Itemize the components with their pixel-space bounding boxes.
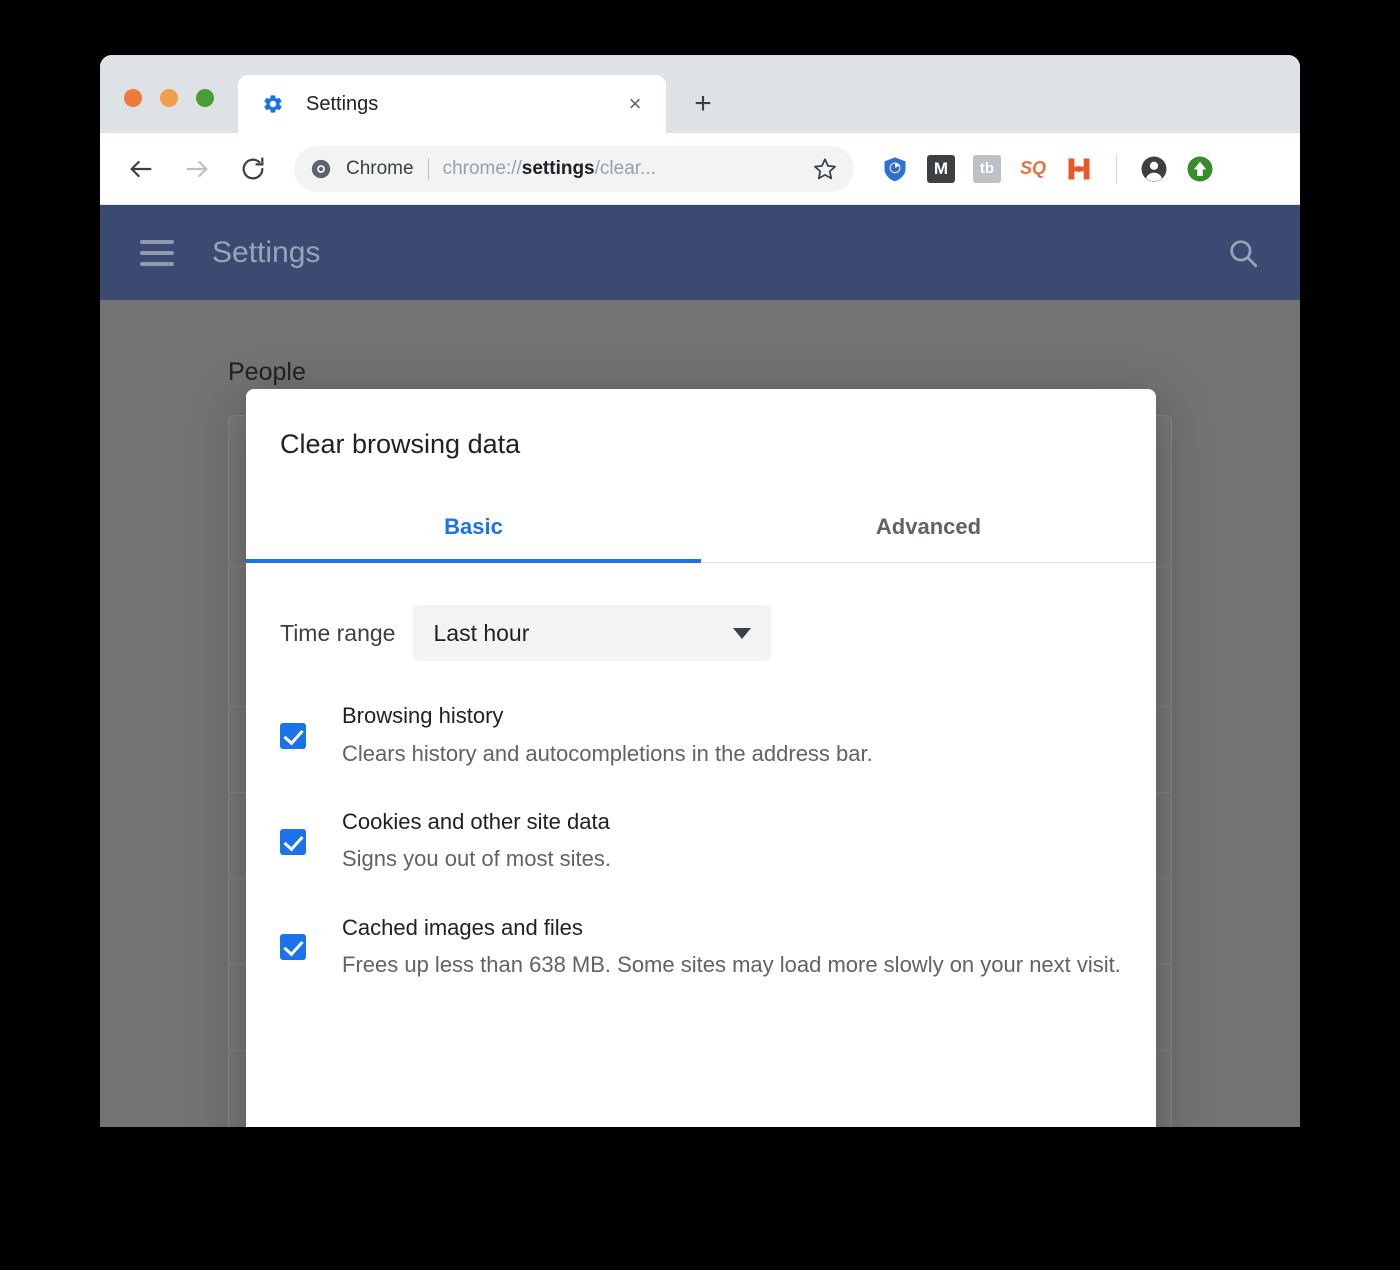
forward-icon[interactable] bbox=[174, 146, 220, 192]
option-description: Signs you out of most sites. bbox=[342, 846, 612, 872]
clear-browsing-data-dialog: Clear browsing data Basic Advanced Time … bbox=[246, 389, 1156, 1127]
url-prefix: chrome:// bbox=[442, 157, 522, 179]
browser-window: Settings × + Chrome chrome://settings/cl… bbox=[100, 55, 1300, 1127]
checkbox-browsing-history[interactable] bbox=[280, 722, 306, 749]
address-bar[interactable]: Chrome chrome://settings/clear... bbox=[294, 145, 854, 192]
browser-tab-title: Settings bbox=[306, 92, 379, 115]
dialog-title: Clear browsing data bbox=[280, 429, 521, 459]
toolbar-divider bbox=[1116, 153, 1117, 184]
reload-icon[interactable] bbox=[230, 146, 276, 192]
option-text: Browsing history Clears history and auto… bbox=[342, 701, 1122, 771]
option-browsing-history[interactable]: Browsing history Clears history and auto… bbox=[280, 701, 1122, 771]
update-arrow-icon[interactable] bbox=[1185, 154, 1215, 184]
dialog-body: Time range Last hour Browsing history Cl… bbox=[246, 563, 1156, 1127]
back-icon[interactable] bbox=[118, 146, 164, 192]
tab-basic[interactable]: Basic bbox=[246, 496, 701, 562]
section-title-people: People bbox=[228, 358, 306, 386]
hamburger-icon[interactable] bbox=[140, 239, 174, 266]
option-title: Browsing history bbox=[342, 703, 504, 728]
omnibox-url: chrome://settings/clear... bbox=[443, 158, 802, 180]
mailtrack-badge: M bbox=[927, 154, 955, 183]
gear-icon bbox=[262, 93, 284, 115]
close-icon[interactable]: × bbox=[618, 87, 652, 121]
url-bold-segment: settings bbox=[521, 157, 595, 179]
settings-top-bar: Settings bbox=[100, 205, 1300, 300]
option-cached-images-and-files[interactable]: Cached images and files Frees up less th… bbox=[280, 913, 1122, 983]
tubebuddy-badge: tb bbox=[973, 154, 1001, 183]
tab-strip: Settings × + bbox=[100, 55, 1300, 133]
time-range-select[interactable]: Last hour bbox=[413, 605, 772, 661]
search-icon[interactable] bbox=[1226, 236, 1260, 270]
tab-advanced[interactable]: Advanced bbox=[701, 496, 1156, 562]
sq-extension-icon[interactable]: SQ bbox=[1018, 154, 1048, 184]
option-description: Frees up less than 638 MB. Some sites ma… bbox=[342, 952, 1121, 978]
sq-badge: SQ bbox=[1019, 158, 1046, 178]
minimize-window-button[interactable] bbox=[160, 89, 178, 107]
maximize-window-button[interactable] bbox=[196, 89, 214, 107]
settings-page: Settings People rome Sign in t autom bbox=[100, 205, 1300, 1127]
extensions-toolbar: M tb SQ bbox=[880, 153, 1215, 184]
url-suffix: /clear... bbox=[594, 157, 656, 179]
time-range-label: Time range bbox=[280, 619, 396, 646]
chrome-logo-icon bbox=[310, 158, 332, 180]
checkbox-cookies-and-site-data[interactable] bbox=[280, 828, 306, 855]
chevron-down-icon bbox=[733, 627, 752, 639]
tubebuddy-extension-icon[interactable]: tb bbox=[972, 154, 1002, 184]
close-window-button[interactable] bbox=[124, 89, 142, 107]
browser-tab-settings[interactable]: Settings × bbox=[238, 75, 666, 133]
account-circle-icon[interactable] bbox=[1139, 154, 1169, 184]
dialog-tabs: Basic Advanced bbox=[246, 496, 1156, 563]
omnibox-scheme-label: Chrome bbox=[346, 157, 414, 179]
new-tab-button[interactable]: + bbox=[682, 83, 724, 125]
h-extension-icon[interactable] bbox=[1064, 154, 1094, 184]
option-title: Cookies and other site data bbox=[342, 808, 610, 834]
bookmark-star-icon[interactable] bbox=[812, 156, 838, 182]
option-text: Cached images and files Frees up less th… bbox=[342, 913, 1122, 983]
checkbox-cached-images-and-files[interactable] bbox=[280, 934, 306, 961]
option-description: Clears history and autocompletions in th… bbox=[342, 740, 873, 766]
tab-active-indicator bbox=[246, 559, 701, 563]
omnibox-divider bbox=[427, 157, 429, 180]
page-title: Settings bbox=[212, 235, 321, 269]
time-range-value: Last hour bbox=[433, 619, 530, 646]
shield-extension-icon[interactable] bbox=[880, 154, 910, 184]
window-controls bbox=[124, 89, 214, 107]
time-range-control: Time range Last hour bbox=[280, 605, 1122, 661]
option-title: Cached images and files bbox=[342, 914, 583, 940]
option-text: Cookies and other site data Signs you ou… bbox=[342, 807, 1122, 877]
mailtrack-extension-icon[interactable]: M bbox=[926, 154, 956, 184]
option-cookies-and-site-data[interactable]: Cookies and other site data Signs you ou… bbox=[280, 807, 1122, 877]
browser-toolbar: Chrome chrome://settings/clear... M tb S… bbox=[100, 133, 1300, 205]
